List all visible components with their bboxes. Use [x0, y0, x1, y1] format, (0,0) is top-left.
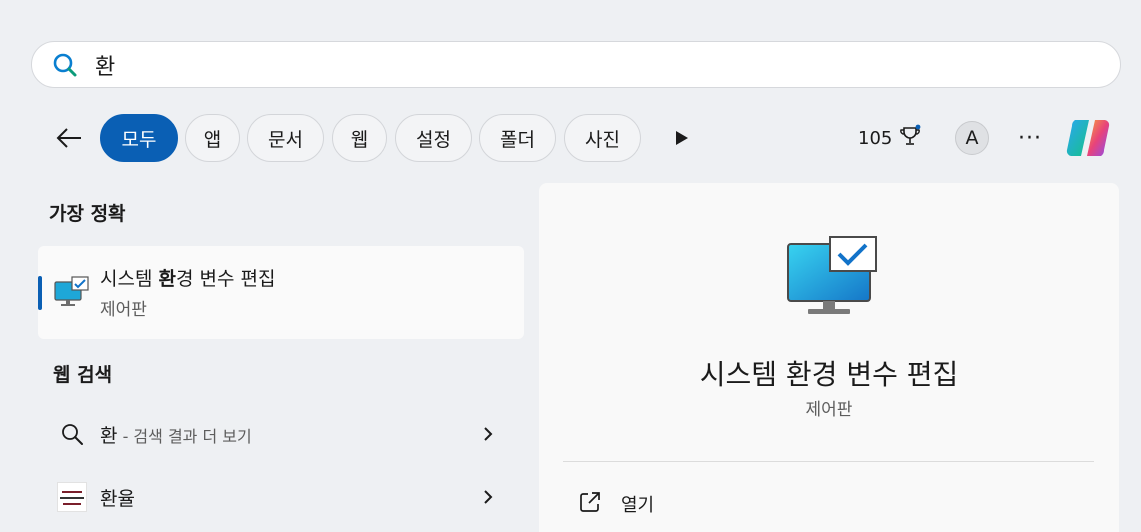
tab-all[interactable]: 모두: [100, 114, 178, 162]
divider: [563, 461, 1094, 462]
thumbnail-image: [56, 481, 88, 513]
best-match-heading: 가장 정확: [49, 203, 126, 225]
tab-apps[interactable]: 앱: [185, 114, 240, 162]
web-search-heading: 웹 검색: [53, 364, 113, 386]
system-environment-icon: [54, 276, 90, 308]
result-subtitle: 제어판: [100, 300, 147, 320]
search-icon: [52, 52, 78, 78]
tab-documents[interactable]: 문서: [247, 114, 324, 162]
copilot-icon[interactable]: [1064, 115, 1112, 161]
detail-title: 시스템 환경 변수 편집: [699, 358, 959, 391]
trophy-icon: [898, 124, 922, 153]
web-search-label: 환율: [100, 487, 135, 510]
back-arrow-icon[interactable]: [52, 121, 86, 155]
detail-subtitle: 제어판: [805, 400, 853, 420]
tab-web[interactable]: 웹: [332, 114, 387, 162]
web-search-item[interactable]: 환 - 검색 결과 더 보기: [38, 407, 524, 461]
points-value: 105: [858, 127, 893, 149]
open-external-icon: [579, 491, 601, 517]
filter-bar: 모두 앱 문서 웹 설정 폴더 사진 105 A ···: [0, 113, 1141, 163]
result-title: 시스템 환경 변수 편집: [100, 268, 276, 290]
web-search-item[interactable]: 환율: [38, 470, 524, 524]
chevron-right-icon: [482, 489, 496, 505]
search-box[interactable]: 환: [31, 41, 1121, 88]
tab-folders[interactable]: 폴더: [479, 114, 556, 162]
web-search-label: 환 - 검색 결과 더 보기: [100, 424, 252, 447]
search-icon: [56, 418, 88, 450]
search-input[interactable]: 환: [95, 49, 115, 81]
more-options-icon[interactable]: ···: [1014, 121, 1046, 155]
open-action[interactable]: 열기: [579, 489, 654, 519]
system-environment-icon: [786, 236, 878, 318]
avatar[interactable]: A: [955, 121, 989, 155]
chevron-right-icon: [482, 426, 496, 442]
rewards-points[interactable]: 105: [858, 124, 922, 153]
play-triangle-icon[interactable]: [672, 127, 692, 149]
tab-settings[interactable]: 설정: [395, 114, 472, 162]
tab-photos[interactable]: 사진: [564, 114, 641, 162]
open-action-label: 열기: [621, 495, 655, 516]
selection-indicator: [38, 276, 42, 310]
best-match-result[interactable]: 시스템 환경 변수 편집 제어판: [38, 246, 524, 339]
detail-panel: 시스템 환경 변수 편집 제어판 열기: [539, 183, 1119, 532]
